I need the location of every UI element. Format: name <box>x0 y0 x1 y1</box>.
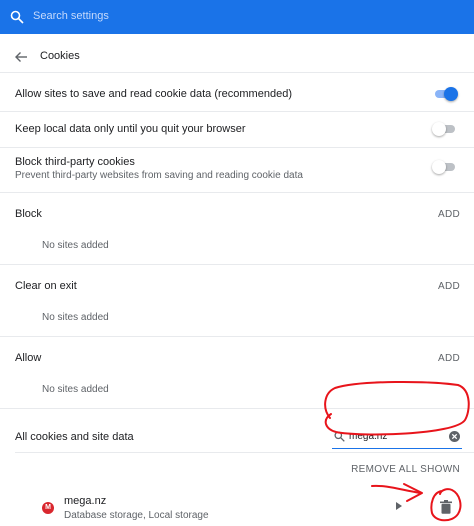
clear-on-exit-empty-text: No sites added <box>42 312 109 323</box>
divider <box>0 264 474 265</box>
clear-on-exit-section-title: Clear on exit <box>15 280 77 292</box>
keep-local-row[interactable]: Keep local data only until you quit your… <box>0 111 474 148</box>
delete-icon[interactable] <box>440 500 452 514</box>
allow-empty-text: No sites added <box>42 384 109 395</box>
settings-page: Cookies Allow sites to save and read coo… <box>0 34 474 526</box>
site-storage-details: Database storage, Local storage <box>64 510 209 521</box>
allow-sites-label: Allow sites to save and read cookie data… <box>15 88 292 100</box>
cookies-card: Cookies Allow sites to save and read coo… <box>0 34 474 526</box>
settings-search-bar[interactable]: Search settings <box>0 0 474 34</box>
divider <box>0 336 474 337</box>
allow-section-title: Allow <box>15 352 42 364</box>
toggle-knob <box>432 160 446 174</box>
page-title: Cookies <box>40 50 80 62</box>
mega-favicon-icon: M <box>42 502 54 514</box>
clear-on-exit-add-button[interactable]: ADD <box>438 281 460 292</box>
block-third-party-label: Block third-party cookies <box>15 156 135 168</box>
allow-add-button[interactable]: ADD <box>438 353 460 364</box>
divider <box>0 408 474 409</box>
block-third-party-row[interactable]: Block third-party cookies Prevent third-… <box>0 147 474 187</box>
chevron-right-icon[interactable] <box>396 502 402 510</box>
clear-search-icon[interactable] <box>449 431 460 442</box>
remove-all-shown-button[interactable]: REMOVE ALL SHOWN <box>351 464 460 475</box>
arrow-back-icon[interactable] <box>14 50 28 64</box>
divider <box>15 452 474 453</box>
block-third-party-toggle[interactable] <box>432 160 458 174</box>
block-add-button[interactable]: ADD <box>438 209 460 220</box>
site-data-search-field[interactable] <box>332 426 462 449</box>
site-data-title: All cookies and site data <box>15 431 134 443</box>
allow-sites-row[interactable]: Allow sites to save and read cookie data… <box>0 72 474 114</box>
search-placeholder: Search settings <box>33 10 109 22</box>
block-empty-text: No sites added <box>42 240 109 251</box>
block-section-title: Block <box>15 208 42 220</box>
keep-local-label: Keep local data only until you quit your… <box>15 123 246 135</box>
site-data-search-input[interactable] <box>349 428 439 444</box>
toggle-knob <box>444 87 458 101</box>
search-icon <box>334 431 345 442</box>
allow-sites-toggle[interactable] <box>432 87 458 101</box>
divider <box>0 192 474 193</box>
toggle-knob <box>432 122 446 136</box>
block-third-party-description: Prevent third-party websites from saving… <box>15 170 303 181</box>
keep-local-toggle[interactable] <box>432 122 458 136</box>
site-name: mega.nz <box>64 495 107 507</box>
search-icon <box>10 10 24 24</box>
